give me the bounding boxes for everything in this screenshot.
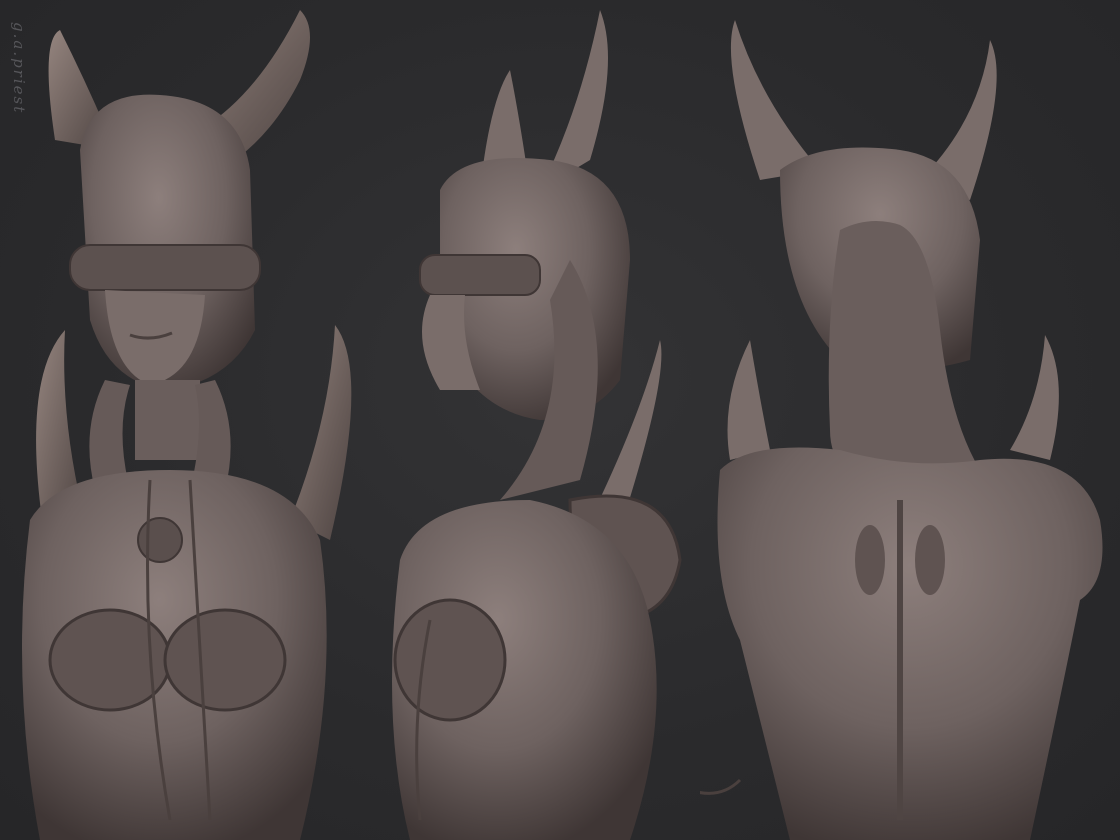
bust-side-view: [370, 0, 710, 840]
back-armor: [717, 447, 1103, 840]
visor: [419, 254, 541, 296]
right-shoulder-spike: [290, 325, 352, 540]
chest-right: [163, 608, 287, 712]
bust-back-svg: [700, 20, 1103, 840]
back-plate-right: [915, 525, 945, 595]
visor: [69, 244, 261, 291]
bust-side-svg: [392, 10, 682, 840]
lace-cord: [700, 778, 742, 795]
neck: [135, 380, 200, 460]
bust-front-view: [0, 0, 380, 840]
chest-emblem: [137, 517, 183, 563]
right-shoulder-spike: [1010, 335, 1059, 460]
back-plate-left: [855, 525, 885, 595]
sculpt-render-scene: g.a.priest: [0, 0, 1120, 840]
left-shoulder-spike: [727, 340, 770, 460]
bust-front-svg: [22, 10, 352, 840]
chest-piece: [393, 598, 507, 722]
bust-back-view: [700, 0, 1120, 840]
